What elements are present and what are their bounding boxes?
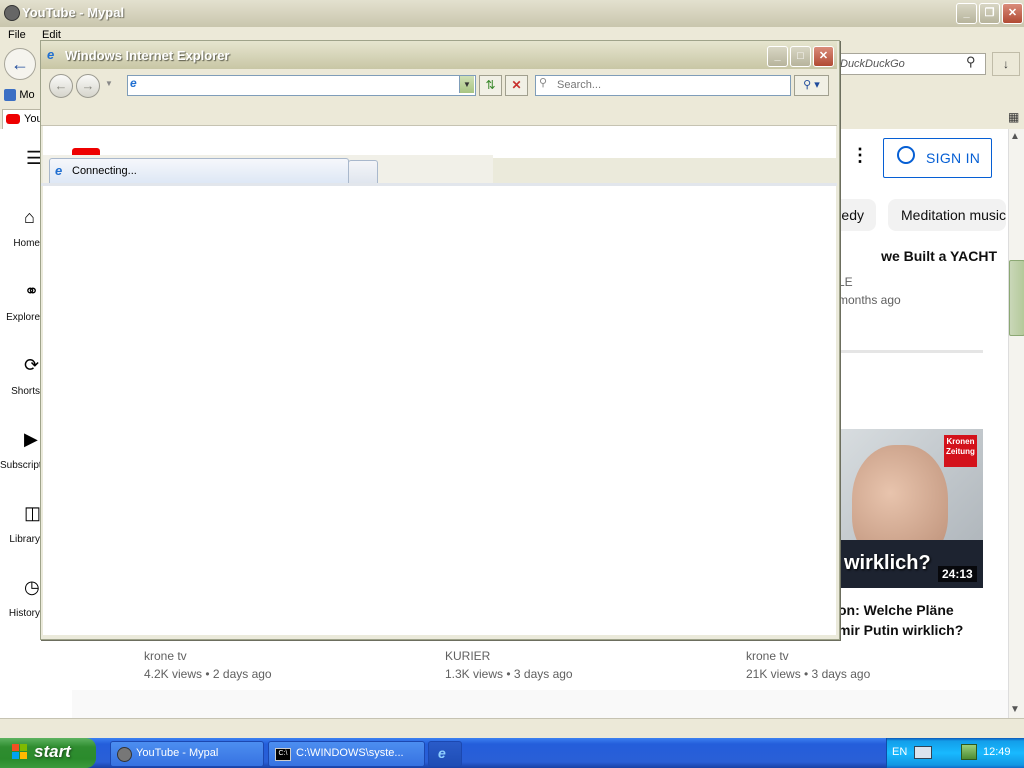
mypal-restore-button[interactable]: ❐ [979, 3, 1000, 24]
bookmark-item[interactable]: Mo [4, 87, 35, 101]
scroll-down-arrow-icon[interactable]: ▼ [1010, 704, 1020, 715]
ie-search-placeholder: Search... [557, 79, 602, 91]
ie-command-bar [41, 101, 837, 126]
sidebar-item-explore[interactable]: Explore [0, 312, 40, 323]
menu-file[interactable]: File [8, 29, 26, 41]
scroll-up-arrow-icon[interactable]: ▲ [1010, 131, 1020, 142]
chip-meditation-music[interactable]: Meditation music [888, 199, 1006, 231]
ie-address-dropdown-icon[interactable]: ▼ [459, 76, 474, 93]
taskbar-item-label: C:\WINDOWS\syste... [296, 747, 404, 759]
divider [838, 350, 983, 353]
clock: 12:49 [983, 746, 1011, 758]
sidebar-item-library[interactable]: Library [0, 534, 40, 545]
video-title-line2[interactable]: mir Putin wirklich? [838, 622, 963, 638]
history-clock-icon[interactable]: ◷ [24, 577, 40, 598]
explore-compass-icon[interactable]: ⚭ [24, 281, 39, 302]
subscriptions-icon[interactable]: ▶ [24, 429, 38, 450]
scrollbar-thumb[interactable] [1009, 260, 1024, 336]
mypal-app-icon [4, 5, 20, 21]
ie-stop-icon[interactable]: ✕ [505, 75, 528, 96]
mypal-close-button[interactable]: ✕ [1002, 3, 1023, 24]
video-duration: 24:13 [938, 566, 977, 582]
more-options-icon[interactable]: ⋮ [851, 145, 869, 166]
account-circle-icon [897, 146, 915, 164]
ie-maximize-button[interactable]: □ [790, 46, 811, 67]
ie-forward-button[interactable]: → [76, 74, 100, 98]
video-title-line1[interactable]: on: Welche Pläne [838, 602, 954, 618]
vertical-scrollbar[interactable] [1008, 129, 1024, 718]
mypal-tab-youtube[interactable]: You [2, 109, 44, 129]
search-icon[interactable]: ⚲ [966, 54, 976, 70]
mypal-search-placeholder: DuckDuckGo [840, 58, 905, 70]
bookmark-label: Mo [19, 88, 35, 101]
video-channel[interactable]: krone tv [746, 649, 789, 663]
shorts-icon[interactable]: ⟳ [24, 355, 39, 376]
ie-refresh-icon[interactable]: ⇅ [479, 75, 502, 96]
home-icon[interactable]: ⌂ [24, 207, 35, 228]
video-stats: 1.3K views • 3 days ago [445, 667, 573, 681]
mypal-window-title: YouTube - Mypal [22, 5, 125, 20]
ie-content-area[interactable] [43, 186, 836, 635]
sidebar-item-history[interactable]: History [0, 608, 40, 619]
video-stats: 4.2K views • 2 days ago [144, 667, 272, 681]
ie-logo-icon: e [438, 745, 446, 761]
keyboard-icon[interactable] [914, 746, 932, 759]
start-label: start [34, 742, 71, 761]
video-channel[interactable]: LE [838, 275, 853, 289]
taskbar-item-cmd[interactable]: C:\ C:\WINDOWS\syste... [268, 741, 425, 767]
thumbnail-caption: wirklich? [844, 552, 931, 574]
mypal-titlebar[interactable] [0, 0, 1024, 27]
network-icon[interactable] [961, 744, 977, 760]
download-arrow-icon[interactable]: ↓ [992, 52, 1020, 76]
video-stats: 21K views • 3 days ago [746, 667, 871, 681]
ie-minimize-button[interactable]: _ [767, 46, 788, 67]
ie-back-button[interactable]: ← [49, 74, 73, 98]
video-channel[interactable]: krone tv [144, 649, 187, 663]
tab-list-icon[interactable]: ▦ [1008, 110, 1019, 124]
mypal-app-icon [117, 747, 132, 762]
video-channel[interactable]: KURIER [445, 649, 490, 663]
library-icon[interactable]: ◫ [24, 503, 41, 524]
search-icon: ⚲ [539, 77, 548, 89]
ie-tab-label: Connecting... [72, 165, 137, 177]
video-meta: months ago [838, 293, 901, 307]
sidebar-item-home[interactable]: Home [0, 238, 40, 249]
ie-address-input[interactable] [127, 75, 476, 96]
page-bottom-band [72, 690, 1008, 718]
kronen-zeitung-logo: Kronen Zeitung [944, 435, 977, 467]
ie-logo-icon: e [47, 47, 55, 62]
sidebar-item-shorts[interactable]: Shorts [0, 386, 40, 397]
ie-history-dropdown-icon[interactable]: ▼ [105, 79, 113, 88]
ie-page-icon: e [130, 76, 137, 90]
sidebar-item-subscriptions[interactable]: Subscriptions [0, 460, 40, 471]
ie-search-button[interactable]: ⚲ ▾ [794, 75, 829, 96]
ie-tab-favicon-icon: e [55, 163, 63, 178]
back-arrow-icon[interactable]: ← [4, 48, 36, 80]
ie-page-area-top [43, 126, 836, 158]
mypal-statusbar [0, 718, 1024, 739]
taskbar-item-label: YouTube - Mypal [136, 747, 219, 759]
language-indicator[interactable]: EN [892, 746, 907, 758]
bookmark-icon [4, 88, 16, 101]
windows-logo-icon [12, 744, 27, 759]
taskbar-item-ie[interactable]: e [428, 741, 462, 767]
youtube-favicon-icon [6, 114, 20, 124]
chip-meditation-label: Meditation music [901, 207, 1006, 223]
ie-window-title: Windows Internet Explorer [65, 48, 230, 63]
mypal-minimize-button[interactable]: _ [956, 3, 977, 24]
ie-new-tab-button[interactable] [348, 160, 378, 184]
cmd-icon: C:\ [275, 748, 291, 761]
taskbar-item-mypal[interactable]: YouTube - Mypal [110, 741, 264, 767]
sign-in-label: SIGN IN [926, 150, 981, 166]
ie-close-button[interactable]: ✕ [813, 46, 834, 67]
